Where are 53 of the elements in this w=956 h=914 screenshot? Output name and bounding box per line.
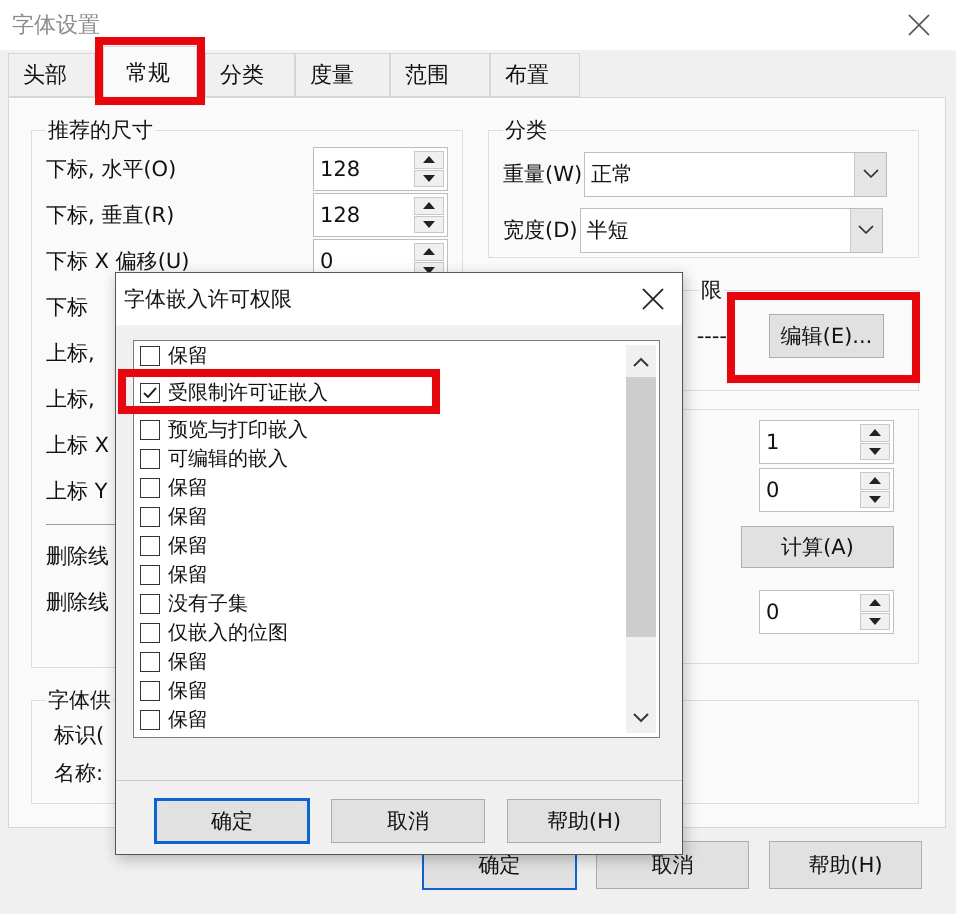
tab[interactable]: 常规 bbox=[103, 46, 197, 98]
field-label: 上标 Y bbox=[46, 478, 108, 505]
checkbox-label: 仅嵌入的位图 bbox=[168, 619, 288, 646]
spin-field[interactable]: 128 bbox=[313, 193, 448, 237]
checkbox-label: 保留 bbox=[168, 706, 208, 733]
checkbox-label: 保留 bbox=[168, 474, 208, 501]
group-title: 推荐的尺寸 bbox=[47, 117, 154, 144]
tab[interactable]: 分类 bbox=[205, 53, 295, 97]
field-label: 宽度(D) bbox=[503, 217, 578, 244]
calculate-button[interactable]: 计算(A) bbox=[741, 526, 894, 568]
dialog-button[interactable]: 取消 bbox=[331, 799, 485, 843]
dialog-button[interactable]: 帮助(H) bbox=[507, 799, 661, 843]
checkbox-label: 保留 bbox=[168, 342, 208, 369]
group-title: 分类 bbox=[504, 117, 548, 144]
dropdown[interactable]: 半短 bbox=[580, 208, 883, 252]
checkbox-label: 保留 bbox=[168, 532, 208, 559]
field-label: 下标 X 偏移(U) bbox=[46, 248, 190, 275]
checkbox-label: 没有子集 bbox=[168, 590, 248, 617]
field-label: 重量(W) bbox=[503, 161, 582, 188]
dialog-title: 字体嵌入许可权限 bbox=[124, 286, 292, 313]
field-label: 上标, bbox=[46, 386, 95, 413]
checkbox-label: 保留 bbox=[168, 561, 208, 588]
field-label: 下标 bbox=[46, 294, 88, 321]
group-title: 限 bbox=[700, 277, 723, 304]
checkbox-label: 保留 bbox=[168, 648, 208, 675]
checkbox-label: 保留 bbox=[168, 677, 208, 704]
field-label: 上标 X bbox=[46, 432, 110, 459]
field-label: 名称: bbox=[54, 760, 104, 787]
field-label: 标识( bbox=[54, 722, 104, 749]
edit-button[interactable]: 编辑(E)... bbox=[769, 314, 884, 358]
window-title: 字体设置 bbox=[12, 12, 100, 40]
field-label: 下标, 水平(O) bbox=[46, 156, 176, 183]
dropdown[interactable]: 正常 bbox=[584, 152, 888, 196]
spin-field[interactable]: 0 bbox=[759, 590, 894, 634]
dashed-text: ---- bbox=[696, 324, 727, 348]
checkbox-label: 预览与打印嵌入 bbox=[168, 416, 308, 443]
tab[interactable]: 布置 bbox=[490, 53, 580, 97]
checkbox-label: 保留 bbox=[168, 503, 208, 530]
spin-field[interactable]: 128 bbox=[313, 147, 448, 191]
dialog-button[interactable]: 帮助(H) bbox=[769, 841, 922, 889]
spin-field[interactable]: 1 bbox=[759, 420, 894, 464]
spin-field[interactable]: 0 bbox=[759, 468, 894, 512]
checkbox-label: 受限制许可证嵌入 bbox=[168, 379, 328, 406]
checkbox-label: 可编辑的嵌入 bbox=[168, 445, 288, 472]
field-label: 删除线 bbox=[46, 589, 109, 616]
field-label: 下标, 垂直(R) bbox=[46, 202, 174, 229]
group-title: 字体供 bbox=[47, 687, 112, 714]
field-label: 删除线 bbox=[46, 543, 109, 570]
tab[interactable]: 度量 bbox=[295, 53, 390, 97]
field-label: 上标, bbox=[46, 340, 95, 367]
tab[interactable]: 范围 bbox=[390, 53, 490, 97]
tab[interactable]: 头部 bbox=[8, 53, 95, 97]
dialog-button[interactable]: 确定 bbox=[155, 799, 309, 843]
